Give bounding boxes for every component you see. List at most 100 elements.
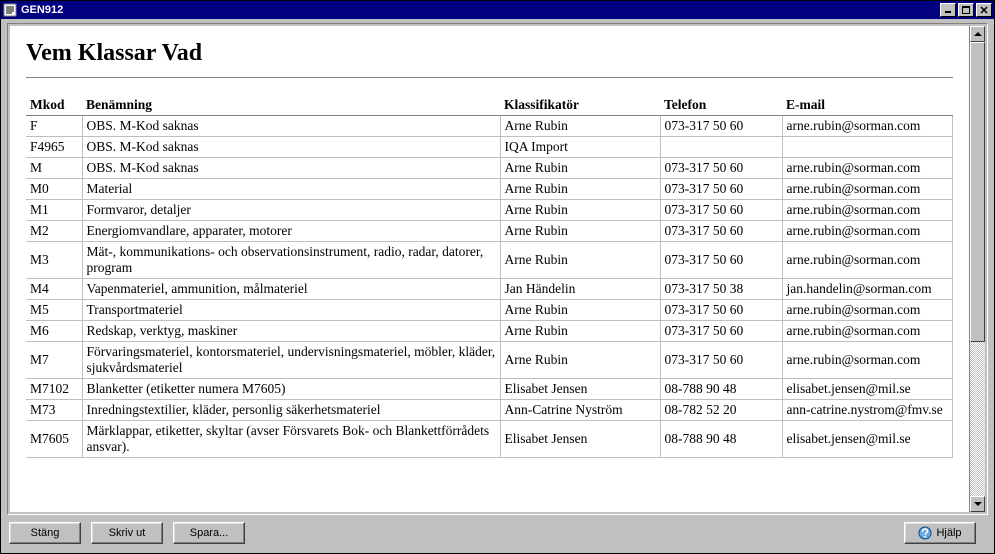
table-row[interactable]: M1Formvaror, detaljerArne Rubin073-317 5… [26,200,953,221]
chevron-up-icon [974,32,982,36]
cell-mkod: M2 [26,221,82,242]
cell-benamning: Förvaringsmateriel, kontorsmateriel, und… [82,342,500,379]
cell-klassifikator: Arne Rubin [500,300,660,321]
cell-benamning: Mät-, kommunikations- och observationsin… [82,242,500,279]
col-email: E-mail [782,95,953,116]
table-row[interactable]: M4Vapenmateriel, ammunition, målmateriel… [26,279,953,300]
table-header-row: Mkod Benämning Klassifikatör Telefon E-m… [26,95,953,116]
cell-mkod: M0 [26,179,82,200]
cell-klassifikator: Elisabet Jensen [500,421,660,458]
scrollbar-thumb[interactable] [970,42,985,342]
maximize-button[interactable] [958,3,974,17]
print-button[interactable]: Skriv ut [91,522,163,544]
cell-mkod: M7 [26,342,82,379]
cell-klassifikator: Arne Rubin [500,179,660,200]
cell-klassifikator: Jan Händelin [500,279,660,300]
cell-email: arne.rubin@sorman.com [782,342,953,379]
app-icon [3,3,17,17]
cell-telefon: 08-788 90 48 [660,421,782,458]
cell-mkod: M7102 [26,379,82,400]
cell-telefon: 073-317 50 60 [660,179,782,200]
cell-email: arne.rubin@sorman.com [782,179,953,200]
cell-benamning: OBS. M-Kod saknas [82,137,500,158]
cell-telefon: 073-317 50 60 [660,158,782,179]
document-area: Vem Klassar Vad Mkod Benämning Klassifik… [10,26,969,512]
table-row[interactable]: FOBS. M-Kod saknasArne Rubin073-317 50 6… [26,116,953,137]
cell-klassifikator: Arne Rubin [500,221,660,242]
cell-benamning: Energiomvandlare, apparater, motorer [82,221,500,242]
cell-benamning: Vapenmateriel, ammunition, målmateriel [82,279,500,300]
cell-telefon: 073-317 50 60 [660,200,782,221]
cell-mkod: M5 [26,300,82,321]
cell-telefon: 073-317 50 60 [660,342,782,379]
page-heading: Vem Klassar Vad [26,40,953,67]
cell-klassifikator: Arne Rubin [500,158,660,179]
cell-mkod: F [26,116,82,137]
window-title: GEN912 [21,4,938,16]
cell-email: ann-catrine.nystrom@fmv.se [782,400,953,421]
title-controls [938,3,992,17]
table-row[interactable]: F4965OBS. M-Kod saknasIQA Import [26,137,953,158]
cell-email: arne.rubin@sorman.com [782,242,953,279]
cell-mkod: M7605 [26,421,82,458]
cell-klassifikator: IQA Import [500,137,660,158]
col-telefon: Telefon [660,95,782,116]
help-button[interactable]: Hjälp [904,522,976,544]
table-row[interactable]: M7605Märklappar, etiketter, skyltar (avs… [26,421,953,458]
cell-email: arne.rubin@sorman.com [782,321,953,342]
cell-mkod: F4965 [26,137,82,158]
cell-telefon [660,137,782,158]
table-row[interactable]: M73Inredningstextilier, kläder, personli… [26,400,953,421]
cell-email: jan.handelin@sorman.com [782,279,953,300]
cell-email: arne.rubin@sorman.com [782,221,953,242]
cell-email: arne.rubin@sorman.com [782,300,953,321]
cell-telefon: 073-317 50 60 [660,300,782,321]
minimize-button[interactable] [940,3,956,17]
cell-email: elisabet.jensen@mil.se [782,421,953,458]
content-frame: Vem Klassar Vad Mkod Benämning Klassifik… [7,23,988,515]
table-row[interactable]: M0MaterialArne Rubin073-317 50 60arne.ru… [26,179,953,200]
button-bar: Stäng Skriv ut Spara... Hjälp [7,515,988,547]
table-row[interactable]: M6Redskap, verktyg, maskinerArne Rubin07… [26,321,953,342]
col-benamning: Benämning [82,95,500,116]
cell-benamning: OBS. M-Kod saknas [82,158,500,179]
title-bar: GEN912 [1,1,994,19]
cell-telefon: 073-317 50 38 [660,279,782,300]
app-window: GEN912 Vem Klassar Vad [0,0,995,554]
cell-benamning: Transportmateriel [82,300,500,321]
cell-email: arne.rubin@sorman.com [782,200,953,221]
table-row[interactable]: M7102Blanketter (etiketter numera M7605)… [26,379,953,400]
scroll-up-button[interactable] [970,26,985,42]
cell-telefon: 073-317 50 60 [660,221,782,242]
divider [26,77,953,79]
table-row[interactable]: M2Energiomvandlare, apparater, motorerAr… [26,221,953,242]
cell-klassifikator: Arne Rubin [500,116,660,137]
cell-telefon: 073-317 50 60 [660,321,782,342]
table-row[interactable]: M5TransportmaterielArne Rubin073-317 50 … [26,300,953,321]
table-row[interactable]: MOBS. M-Kod saknasArne Rubin073-317 50 6… [26,158,953,179]
cell-telefon: 08-782 52 20 [660,400,782,421]
cell-benamning: OBS. M-Kod saknas [82,116,500,137]
cell-benamning: Material [82,179,500,200]
cell-klassifikator: Arne Rubin [500,342,660,379]
cell-benamning: Formvaror, detaljer [82,200,500,221]
cell-email: elisabet.jensen@mil.se [782,379,953,400]
cell-telefon: 08-788 90 48 [660,379,782,400]
cell-klassifikator: Arne Rubin [500,321,660,342]
client-area: Vem Klassar Vad Mkod Benämning Klassifik… [1,19,994,553]
save-button[interactable]: Spara... [173,522,245,544]
classification-table: Mkod Benämning Klassifikatör Telefon E-m… [26,95,953,458]
scrollbar-track[interactable] [970,42,985,496]
cell-email: arne.rubin@sorman.com [782,116,953,137]
close-button[interactable]: Stäng [9,522,81,544]
cell-telefon: 073-317 50 60 [660,116,782,137]
scroll-down-button[interactable] [970,496,985,512]
col-klassifikator: Klassifikatör [500,95,660,116]
close-window-button[interactable] [976,3,992,17]
table-row[interactable]: M3Mät-, kommunikations- och observations… [26,242,953,279]
cell-mkod: M [26,158,82,179]
vertical-scrollbar[interactable] [969,26,985,512]
cell-email: arne.rubin@sorman.com [782,158,953,179]
table-row[interactable]: M7Förvaringsmateriel, kontorsmateriel, u… [26,342,953,379]
cell-mkod: M3 [26,242,82,279]
